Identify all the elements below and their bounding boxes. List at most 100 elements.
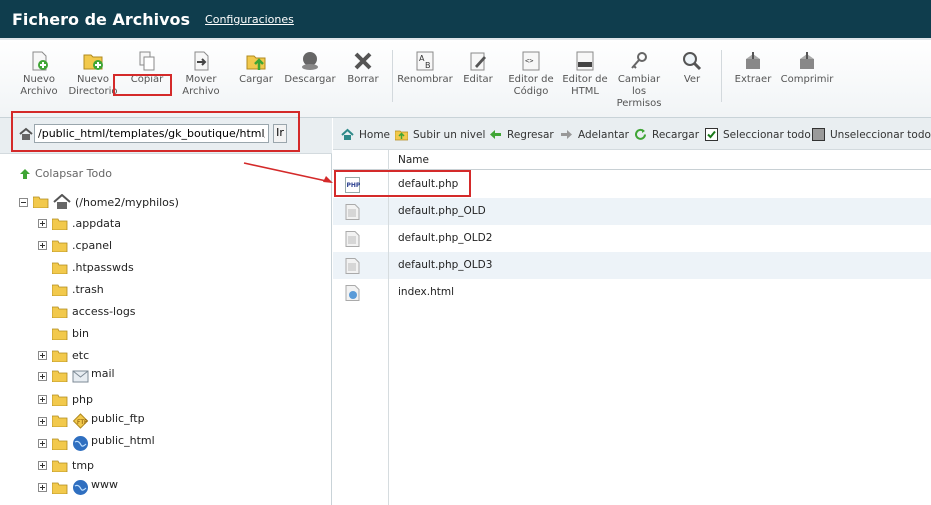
home-icon (19, 127, 33, 140)
tree-toggle-expand[interactable] (38, 241, 47, 250)
code-editor-label: Editor de Código (508, 74, 554, 97)
table-header: Name (333, 150, 931, 170)
unselect-all-button[interactable]: Unseleccionar todo (812, 128, 931, 141)
edit-icon (470, 52, 486, 71)
html-editor-label: Editor de HTML (562, 74, 608, 97)
select-all-label: Seleccionar todo (723, 128, 811, 141)
table-row[interactable]: default.php_OLD3 (333, 252, 931, 279)
page-title: Fichero de Archivos (12, 9, 191, 29)
html-editor-button[interactable]: Editor de HTML (555, 50, 615, 98)
permissions-button[interactable]: Cambiar los Permisos (609, 50, 669, 110)
new-file-button[interactable]: Nuevo Archivo (9, 50, 69, 98)
tree-toggle-expand[interactable] (38, 439, 47, 448)
rename-icon: AB (416, 51, 434, 71)
home-icon (53, 194, 71, 209)
tree-item[interactable]: bin (38, 327, 89, 340)
ftp-icon: FTP (72, 413, 89, 429)
tree-toggle-expand[interactable] (38, 461, 47, 470)
move-file-button[interactable]: Mover Archivo (171, 50, 231, 98)
mail-icon (72, 370, 89, 383)
reload-icon (635, 128, 646, 140)
tree-item[interactable]: mail (38, 366, 115, 383)
file-name: default.php_OLD3 (398, 259, 493, 271)
folder-icon (52, 284, 68, 296)
folder-icon (52, 328, 68, 340)
table-row[interactable]: default.php_OLD (333, 198, 931, 225)
tree-item[interactable]: FTP public_ftp (38, 412, 145, 429)
tree-item[interactable]: public_html (38, 434, 155, 452)
folder-icon (52, 240, 68, 252)
edit-button[interactable]: Editar (448, 50, 508, 86)
globe-icon (73, 480, 88, 495)
forward-button[interactable]: Adelantar (560, 128, 629, 141)
tree-item[interactable]: .appdata (38, 217, 121, 230)
path-bar: Ir (0, 118, 332, 154)
column-divider (388, 150, 389, 505)
toolbar-separator (721, 50, 722, 102)
tree-item[interactable]: access-logs (38, 305, 136, 318)
tree-toggle-expand[interactable] (38, 371, 47, 381)
new-folder-button[interactable]: Nuevo Directorio (63, 50, 123, 98)
delete-button[interactable]: Borrar (333, 50, 393, 86)
go-button[interactable]: Ir (273, 124, 287, 143)
upload-icon (246, 55, 266, 70)
extract-button[interactable]: Extraer (723, 50, 783, 86)
nav-bar: Home Subir un nivel Regresar Adelantar R… (333, 118, 931, 150)
upload-button[interactable]: Cargar (226, 50, 286, 86)
rename-button[interactable]: AB Renombrar (395, 50, 455, 86)
arrow-right-icon (561, 130, 572, 139)
tree-root[interactable]: (/home2/myphilos) (19, 194, 179, 210)
tree-item-label: tmp (72, 459, 95, 472)
column-header-name[interactable]: Name (398, 154, 429, 166)
tree-item-label: access-logs (72, 305, 136, 318)
tree-item[interactable]: .cpanel (38, 239, 112, 252)
tree-item[interactable]: www (38, 478, 118, 496)
tree-item[interactable]: tmp (38, 459, 94, 472)
tree-toggle-collapse[interactable] (19, 197, 28, 207)
download-icon (302, 52, 318, 70)
tree-toggle-expand[interactable] (38, 395, 47, 404)
toolbar: Nuevo Archivo Nuevo Directorio Copiar Mo… (0, 38, 931, 118)
reload-label: Recargar (652, 128, 700, 141)
tree-toggle-expand[interactable] (38, 351, 47, 360)
tree-item-label: mail (91, 366, 115, 380)
config-link[interactable]: Configuraciones (205, 13, 294, 26)
text-file-icon (345, 204, 360, 220)
copy-label: Copiar (130, 74, 164, 85)
reload-button[interactable]: Recargar (634, 128, 699, 141)
select-all-button[interactable]: Seleccionar todo (705, 128, 811, 141)
tree-toggle-expand[interactable] (38, 219, 47, 228)
tree-toggle-expand[interactable] (38, 483, 47, 492)
back-label: Regresar (507, 128, 554, 141)
tree-item[interactable]: php (38, 393, 93, 406)
download-label: Descargar (284, 74, 336, 85)
tree-item-label: public_html (91, 434, 155, 447)
path-input[interactable] (34, 124, 269, 143)
new-folder-label: Nuevo Directorio (68, 74, 118, 97)
copy-icon (139, 51, 155, 71)
text-file-icon (345, 258, 360, 274)
new-file-label: Nuevo Archivo (20, 74, 58, 97)
tree-item[interactable]: .htpasswds (38, 261, 134, 274)
file-manager-app: Fichero de Archivos Configuraciones Nuev… (0, 0, 931, 505)
home-button[interactable]: Home (341, 128, 390, 141)
collapse-all-button[interactable]: Colapsar Todo (18, 167, 112, 180)
view-button[interactable]: Ver (662, 50, 722, 86)
text-file-icon (345, 231, 360, 247)
tree-item[interactable]: etc (38, 349, 89, 362)
back-button[interactable]: Regresar (489, 128, 554, 141)
download-button[interactable]: Descargar (280, 50, 340, 86)
checkbox-checked-icon (705, 128, 718, 141)
compress-button[interactable]: Comprimir (777, 50, 837, 86)
up-level-button[interactable]: Subir un nivel (395, 128, 485, 141)
code-editor-button[interactable]: <> Editor de Código (501, 50, 561, 98)
view-label: Ver (683, 74, 701, 85)
table-row[interactable]: PHP default.php (333, 171, 931, 198)
copy-button[interactable]: Copiar (117, 50, 177, 86)
table-row[interactable]: index.html (333, 279, 931, 306)
folder-tree-panel: Ir Colapsar Todo (/home2/myphilos) .appd… (0, 118, 332, 505)
tree-item[interactable]: .trash (38, 283, 104, 296)
tree-item-label: www (91, 478, 118, 491)
table-row[interactable]: default.php_OLD2 (333, 225, 931, 252)
tree-toggle-expand[interactable] (38, 416, 47, 426)
